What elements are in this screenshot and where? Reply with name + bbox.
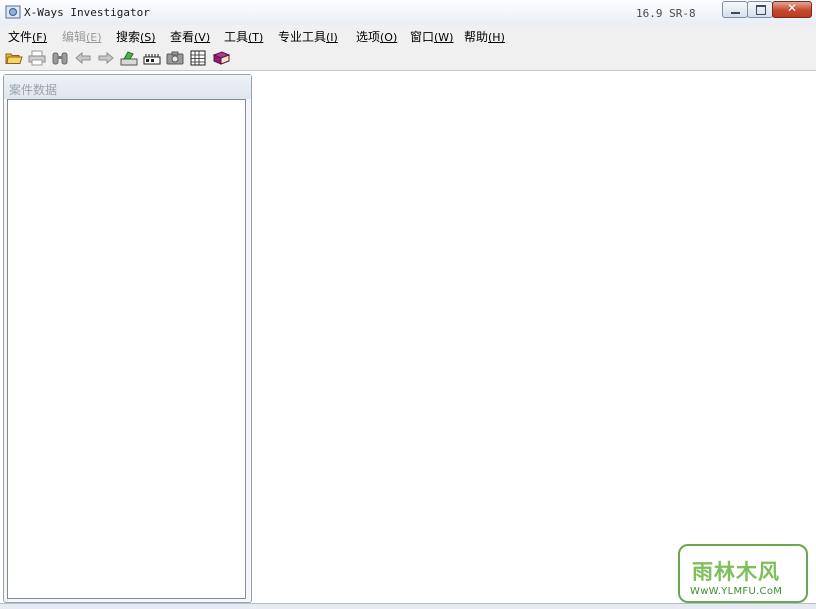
menu-bar: 文件(F) 编辑(E) 搜索(S) 查看(V) 工具(T) 专业工具(I) 选项… <box>0 25 816 46</box>
print-icon[interactable] <box>28 50 46 66</box>
title-bar: X-Ways Investigator 16.9 SR-8 ✕ <box>0 0 816 26</box>
menu-specialist-tools[interactable]: 专业工具(I) <box>278 28 338 45</box>
window-title: X-Ways Investigator <box>24 6 150 19</box>
close-icon: ✕ <box>786 1 798 15</box>
case-data-title: 案件数据 <box>9 83 58 97</box>
toolbar <box>0 46 816 71</box>
case-data-header: 案件数据 <box>4 75 251 99</box>
calculator-icon[interactable] <box>189 50 207 66</box>
minimize-button[interactable] <box>722 1 748 18</box>
menu-file[interactable]: 文件(F) <box>8 28 47 45</box>
version-label: 16.9 SR-8 <box>636 7 696 20</box>
watermark-url: WwW.YLMFU.CoM <box>690 586 783 597</box>
ram-chip-icon[interactable] <box>143 50 161 66</box>
menu-options[interactable]: 选项(O) <box>356 28 397 45</box>
disk-editor-icon[interactable] <box>120 50 138 66</box>
binoculars-icon[interactable] <box>51 50 69 66</box>
app-icon <box>5 5 21 19</box>
menu-help[interactable]: 帮助(H) <box>464 28 505 45</box>
watermark-logo-text: 雨林木风 <box>692 560 780 584</box>
main-workspace[interactable] <box>255 72 815 603</box>
close-button[interactable]: ✕ <box>772 1 812 18</box>
book-icon[interactable] <box>212 50 230 66</box>
camera-icon[interactable] <box>166 50 184 66</box>
maximize-icon <box>756 5 766 15</box>
window-bottom-border <box>0 603 816 609</box>
menu-view[interactable]: 查看(V) <box>170 28 210 45</box>
minimize-icon <box>731 12 740 14</box>
menu-search[interactable]: 搜索(S) <box>116 28 156 45</box>
case-data-panel: 案件数据 <box>3 74 252 603</box>
forward-arrow-icon[interactable] <box>97 50 115 66</box>
ylmf-watermark-logo: 雨林木风 WwW.YLMFU.CoM <box>678 544 808 603</box>
menu-tools[interactable]: 工具(T) <box>224 28 263 45</box>
back-arrow-icon[interactable] <box>74 50 92 66</box>
case-data-tree[interactable] <box>7 99 246 599</box>
open-folder-icon[interactable] <box>5 50 23 66</box>
menu-window[interactable]: 窗口(W) <box>410 28 453 45</box>
menu-edit[interactable]: 编辑(E) <box>62 28 102 45</box>
maximize-button[interactable] <box>747 1 773 18</box>
